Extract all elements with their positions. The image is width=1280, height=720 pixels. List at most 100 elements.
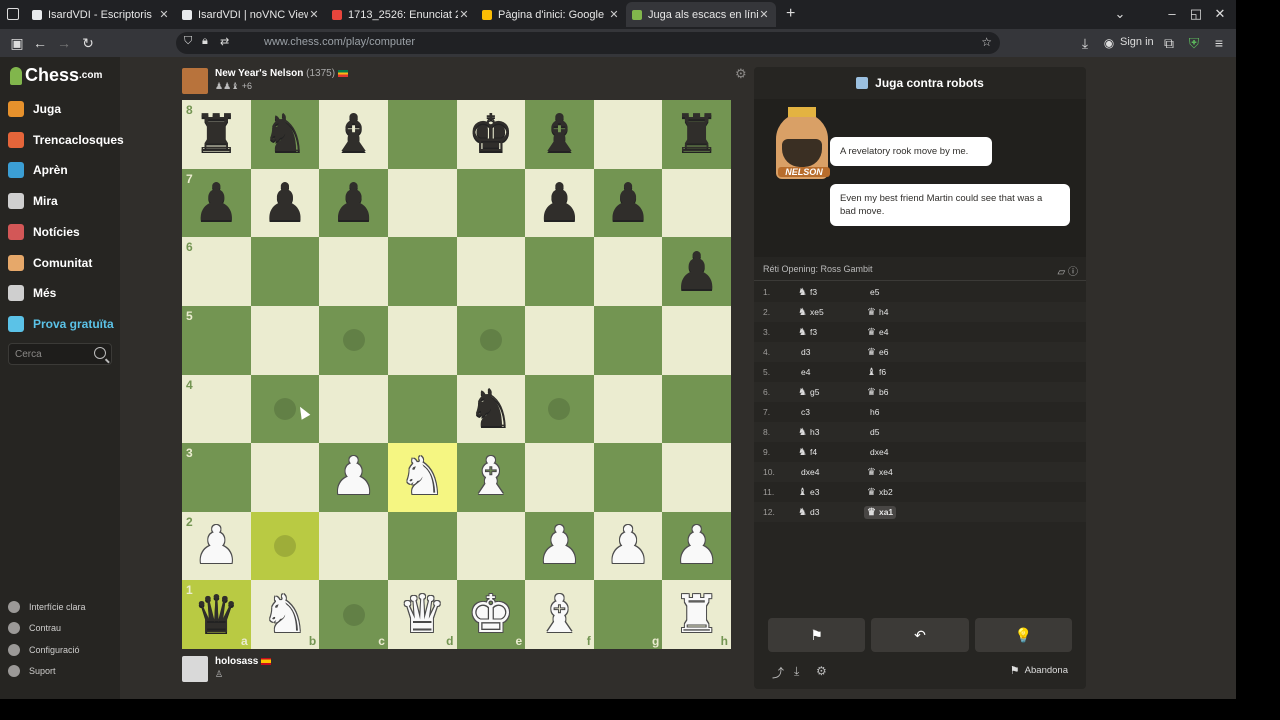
- square-g1[interactable]: g: [593, 580, 663, 649]
- legal-move-dot[interactable]: [342, 329, 365, 352]
- square-d7[interactable]: [387, 168, 457, 238]
- square-g8[interactable]: [593, 100, 663, 169]
- square-f4[interactable]: [525, 374, 594, 444]
- square-c4[interactable]: [319, 374, 388, 444]
- info-icon[interactable]: ⓘ: [1068, 267, 1078, 278]
- square-f6[interactable]: [525, 237, 594, 306]
- square-d3[interactable]: ♞: [387, 443, 457, 512]
- search-icon[interactable]: [94, 347, 106, 359]
- download-icon[interactable]: ⤓: [794, 664, 799, 679]
- legal-move-dot[interactable]: [342, 603, 365, 626]
- black-king-icon[interactable]: ♚: [468, 108, 515, 160]
- black-move[interactable]: ♛ e6: [864, 346, 891, 359]
- white-bishop-icon[interactable]: ♝: [536, 589, 583, 641]
- chess-logo[interactable]: Chess .com: [10, 65, 102, 86]
- square-f3[interactable]: [525, 443, 594, 512]
- white-move[interactable]: c3: [798, 407, 864, 417]
- browser-tab[interactable]: Juga als escacs en línia co✕: [626, 2, 776, 27]
- bookmark-star-icon[interactable]: ☆: [981, 35, 992, 49]
- white-pawn-icon[interactable]: ♟: [536, 520, 583, 572]
- white-move[interactable]: ♞ f3: [798, 327, 864, 338]
- black-move[interactable]: ♛ xa1: [864, 505, 897, 519]
- tab-close-icon[interactable]: ✕: [758, 8, 770, 21]
- square-a7[interactable]: 7 ♟: [182, 168, 251, 238]
- sign-in-link[interactable]: Sign in: [1120, 36, 1154, 48]
- tab-close-icon[interactable]: ✕: [458, 8, 470, 21]
- square-a2[interactable]: 2 ♟: [182, 511, 251, 581]
- black-move[interactable]: ♝ f6: [864, 366, 889, 379]
- square-b6[interactable]: [250, 237, 320, 306]
- black-rook-icon[interactable]: ♜: [673, 108, 720, 160]
- square-a5[interactable]: 5: [182, 305, 251, 375]
- square-f5[interactable]: [525, 305, 594, 375]
- square-e4[interactable]: ♞: [456, 374, 526, 444]
- white-move[interactable]: ♞ xe5: [798, 307, 864, 318]
- square-c6[interactable]: [319, 237, 388, 306]
- square-b5[interactable]: [250, 305, 320, 375]
- white-pawn-icon[interactable]: ♟: [193, 520, 240, 572]
- square-c5[interactable]: [319, 305, 388, 375]
- resign-link[interactable]: ⚑ Abandona: [1010, 664, 1068, 677]
- black-rook-icon[interactable]: ♜: [193, 108, 240, 160]
- nav-collapse[interactable]: Contrau: [8, 620, 61, 636]
- white-queen-icon[interactable]: ♛: [399, 589, 446, 641]
- square-g6[interactable]: [593, 237, 663, 306]
- square-f7[interactable]: ♟: [525, 168, 594, 238]
- square-b7[interactable]: ♟: [250, 168, 320, 238]
- reload-icon[interactable]: ↻: [79, 34, 97, 52]
- legal-move-dot[interactable]: [479, 329, 502, 352]
- square-b4[interactable]: [250, 374, 320, 444]
- square-d6[interactable]: [387, 237, 457, 306]
- square-g7[interactable]: ♟: [593, 168, 663, 238]
- book-icon[interactable]: ▱: [1058, 267, 1066, 278]
- square-c2[interactable]: [319, 511, 388, 581]
- menu-icon[interactable]: ≡: [1210, 34, 1228, 52]
- forward-icon[interactable]: →: [55, 34, 73, 52]
- white-move[interactable]: ♞ f3: [798, 287, 864, 298]
- black-queen-icon[interactable]: ♛: [193, 589, 240, 641]
- black-pawn-icon[interactable]: ♟: [193, 177, 240, 229]
- nav-theme[interactable]: Interfície clara: [8, 599, 86, 615]
- square-h4[interactable]: [662, 374, 731, 444]
- square-c1[interactable]: c: [319, 580, 388, 649]
- browser-tab[interactable]: Pàgina d'inici: Google Driv✕: [476, 2, 626, 27]
- black-move[interactable]: ♛ e4: [864, 326, 891, 339]
- hint-button[interactable]: 💡: [974, 618, 1072, 652]
- square-d2[interactable]: [387, 511, 457, 581]
- black-move[interactable]: ♛ xe4: [864, 466, 896, 479]
- square-h3[interactable]: [662, 443, 731, 512]
- square-g4[interactable]: [593, 374, 663, 444]
- white-move[interactable]: ♞ g5: [798, 387, 864, 398]
- white-move[interactable]: e4: [798, 367, 864, 377]
- square-c3[interactable]: ♟: [319, 443, 388, 512]
- bot-avatar-small[interactable]: [182, 68, 208, 94]
- square-e2[interactable]: [456, 511, 526, 581]
- white-rook-icon[interactable]: ♜: [673, 589, 720, 641]
- search-input[interactable]: Cerca: [8, 343, 112, 365]
- white-knight-icon[interactable]: ♞: [399, 451, 446, 503]
- square-e6[interactable]: [456, 237, 526, 306]
- account-icon[interactable]: ◉: [1100, 34, 1118, 52]
- tab-close-icon[interactable]: ✕: [308, 8, 320, 21]
- tab-list-dropdown-icon[interactable]: ⌄: [1112, 6, 1128, 22]
- black-knight-icon[interactable]: ♞: [262, 108, 309, 160]
- black-pawn-icon[interactable]: ♟: [605, 177, 652, 229]
- white-move[interactable]: ♝ e3: [798, 487, 864, 498]
- white-move[interactable]: dxe4: [798, 467, 864, 477]
- minimize-icon[interactable]: –: [1164, 6, 1180, 22]
- square-e5[interactable]: [456, 305, 526, 375]
- white-knight-icon[interactable]: ♞: [262, 589, 309, 641]
- url-bar[interactable]: ⛉ 🔒︎ ⇄ www.chess.com/play/computer ☆: [176, 32, 1000, 54]
- white-move[interactable]: ♞ f4: [798, 447, 864, 458]
- square-f1[interactable]: f ♝: [525, 580, 594, 649]
- browser-tab[interactable]: 1713_2526: Enunciat 2n P✕: [326, 2, 476, 27]
- black-pawn-icon[interactable]: ♟: [673, 246, 720, 298]
- square-h7[interactable]: [662, 168, 731, 238]
- white-pawn-icon[interactable]: ♟: [330, 451, 377, 503]
- square-h5[interactable]: [662, 305, 731, 375]
- nav-item-puzzle[interactable]: Trencaclosques: [8, 129, 124, 151]
- black-bishop-icon[interactable]: ♝: [536, 108, 583, 160]
- square-a3[interactable]: 3: [182, 443, 251, 512]
- downloads-icon[interactable]: ⤓: [1076, 34, 1094, 52]
- square-b2[interactable]: [250, 511, 320, 581]
